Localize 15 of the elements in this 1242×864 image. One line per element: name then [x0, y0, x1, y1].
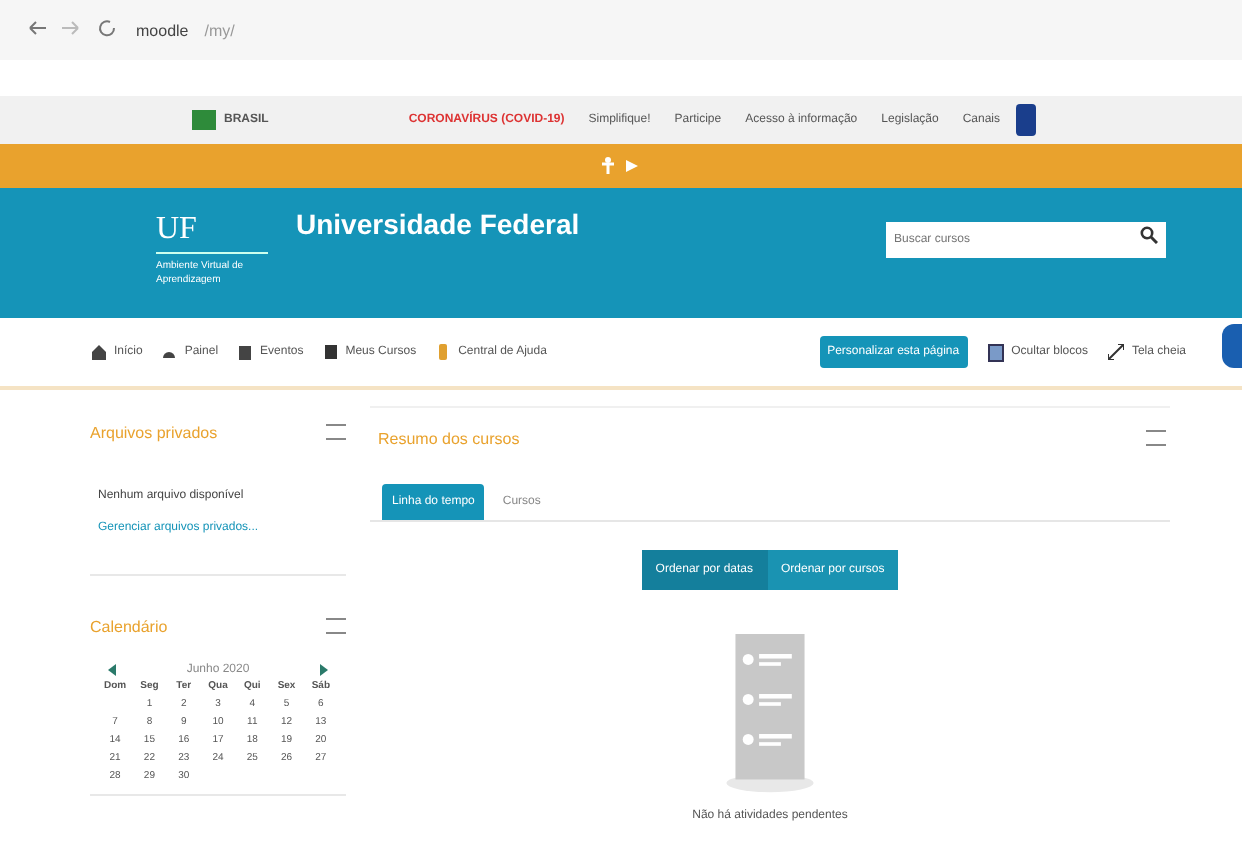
flag-icon	[192, 110, 216, 130]
menu-icon[interactable]	[1146, 430, 1166, 446]
menu-icon[interactable]	[326, 424, 346, 440]
site-title: Universidade Federal	[296, 208, 580, 240]
home-icon	[92, 344, 106, 360]
block-title: Resumo dos cursos	[378, 429, 520, 447]
menu-icon[interactable]	[326, 618, 346, 634]
site-name: moodle	[136, 21, 189, 39]
panel-icon	[987, 343, 1004, 361]
expand-icon	[1107, 344, 1124, 360]
search-icon[interactable]	[1140, 226, 1158, 244]
block-title: Calendário	[90, 617, 168, 635]
logo-text: UF	[156, 212, 268, 254]
block-title: Arquivos privados	[90, 423, 218, 441]
browser-nav-icon[interactable]	[28, 18, 120, 42]
